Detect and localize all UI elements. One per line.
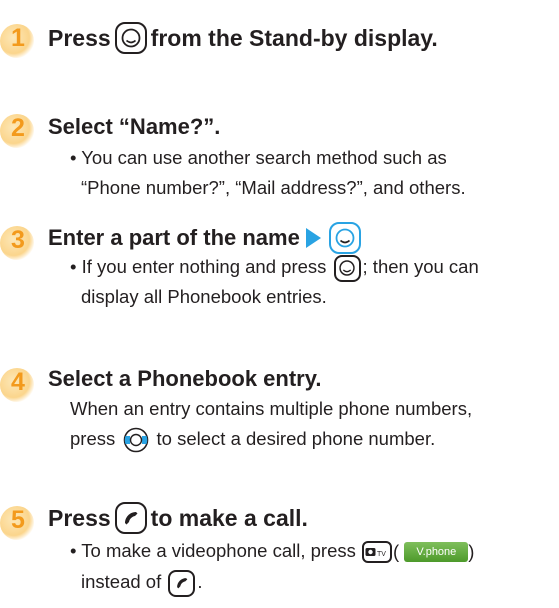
body-text: to select a desired phone number. xyxy=(156,428,436,449)
bullet-text: • If you enter nothing and press xyxy=(70,256,327,277)
step-bullet: • If you enter nothing and press ; then … xyxy=(70,252,541,312)
multi-direction-key-icon xyxy=(122,426,150,454)
step-title: Press to make a call. xyxy=(48,502,308,534)
step-title-text: Press xyxy=(48,505,111,531)
call-key-icon xyxy=(168,569,196,597)
bullet-line: “Phone number?”, “Mail address?”, and ot… xyxy=(81,177,466,198)
bullet-line: display all Phonebook entries. xyxy=(81,286,327,307)
bullet-line: • If you enter nothing and press ; then … xyxy=(70,252,541,282)
body-line: When an entry contains multiple phone nu… xyxy=(70,398,473,419)
step-number: 2 xyxy=(11,114,25,142)
bullet-text: ; then you can xyxy=(362,256,479,277)
step-title-text: Press xyxy=(48,25,111,51)
bullet-text: • To make a videophone call, press xyxy=(70,540,356,561)
call-key-icon xyxy=(114,502,147,534)
center-select-key-icon xyxy=(328,222,361,254)
step-title-text: to make a call. xyxy=(150,505,308,531)
vphone-softkey-label: V.phone xyxy=(404,542,469,563)
center-select-key-icon xyxy=(333,254,361,282)
paren: ) xyxy=(468,541,475,563)
bullet-line: • You can use another search method such… xyxy=(70,147,447,168)
step-title: Press from the Stand-by display. xyxy=(48,22,438,54)
step-number: 1 xyxy=(11,24,25,52)
manual-page: { "steps": [ { "number": "1", "title_bef… xyxy=(0,0,559,608)
step-bullet: • You can use another search method such… xyxy=(70,143,541,203)
step-title: Select “Name?”. xyxy=(48,114,221,139)
center-select-key-icon xyxy=(114,22,147,54)
step-title: Enter a part of the name xyxy=(48,222,365,254)
step-title-text: Enter a part of the name xyxy=(48,225,300,250)
step-title: Select a Phonebook entry. xyxy=(48,366,322,391)
camera-tv-key-icon: TV xyxy=(362,541,392,564)
bullet-line: instead of . xyxy=(70,567,541,597)
step-bullet: • To make a videophone call, press TV ( … xyxy=(70,536,541,597)
bullet-line: • To make a videophone call, press TV ( … xyxy=(70,536,541,567)
body-text: press xyxy=(70,428,116,449)
paren: ( xyxy=(393,541,400,563)
step-number: 3 xyxy=(11,226,25,254)
step-body: When an entry contains multiple phone nu… xyxy=(70,394,541,454)
step-number: 5 xyxy=(11,506,25,534)
svg-text:TV: TV xyxy=(377,551,386,558)
step-title-text: from the Stand-by display. xyxy=(150,25,438,51)
body-line: press to select a desired phone number. xyxy=(70,424,541,454)
bullet-text: instead of xyxy=(81,571,162,593)
bullet-text: . xyxy=(197,571,203,593)
step-number: 4 xyxy=(11,368,25,396)
right-arrow-icon xyxy=(305,228,321,248)
